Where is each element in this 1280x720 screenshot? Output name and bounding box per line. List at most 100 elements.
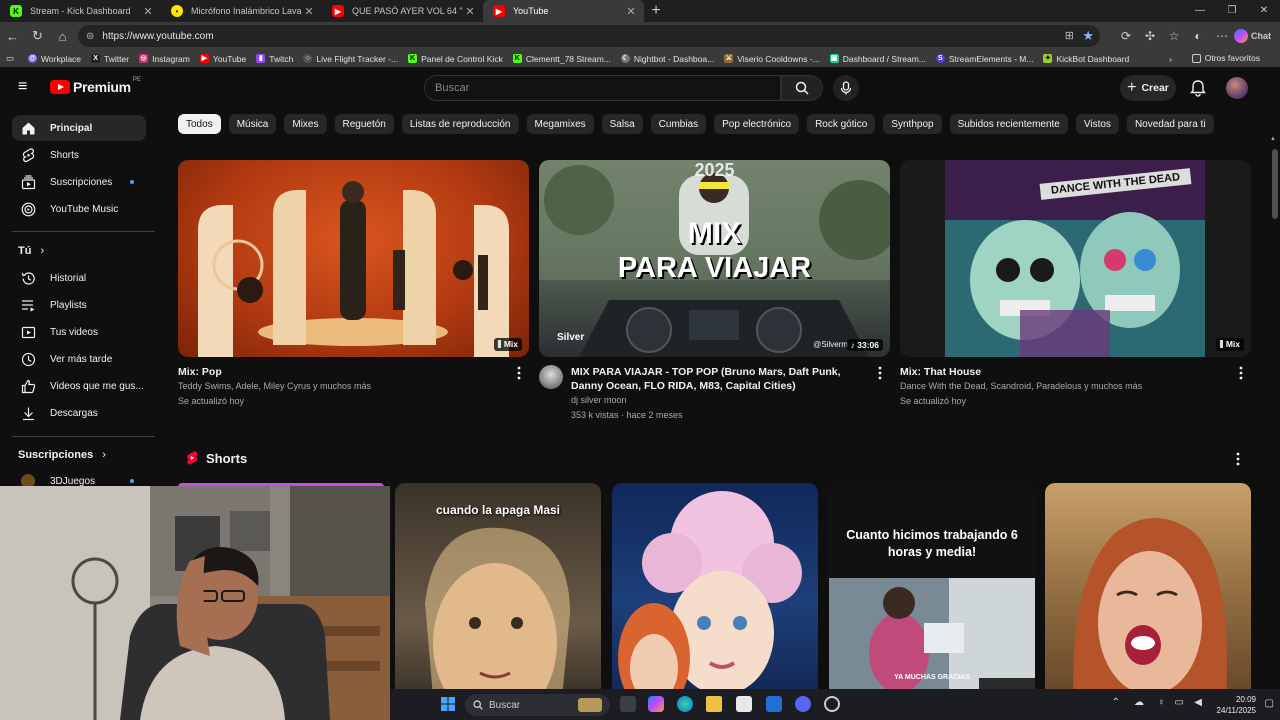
bookmark-kick-panel[interactable]: K Panel de Control Kick xyxy=(408,54,503,64)
more-options-icon[interactable] xyxy=(874,365,886,381)
obs-icon[interactable] xyxy=(824,696,840,712)
address-bar[interactable]: ⊜ https://www.youtube.com ⊞ ★ xyxy=(78,25,1100,47)
chip-mixes[interactable]: Mixes xyxy=(284,114,327,134)
channel-name[interactable]: dj silver moon xyxy=(571,393,872,408)
search-input[interactable]: Buscar xyxy=(424,75,781,101)
copilot-icon[interactable] xyxy=(648,696,664,712)
browser-tab-que-paso[interactable]: ▶ QUE PASÓ AYER VOL 64 "MIX SA ✕ xyxy=(322,0,483,22)
sidebar-item-principal[interactable]: Principal xyxy=(12,115,146,141)
chip-regueton[interactable]: Reguetón xyxy=(334,114,394,134)
site-info-icon[interactable]: ⊜ xyxy=(86,31,94,42)
tray-overflow-icon[interactable]: ⌃ xyxy=(1112,697,1120,708)
sidebar-subscriptions-heading[interactable]: Suscripciones › xyxy=(18,449,106,461)
video-title[interactable]: Mix: That House xyxy=(900,365,1251,379)
more-menu-icon[interactable]: ⋯ xyxy=(1210,29,1234,43)
chip-todos[interactable]: Todos xyxy=(178,114,221,134)
more-options-icon[interactable] xyxy=(513,365,525,381)
bookmark-instagram[interactable]: ◎ Instagram xyxy=(139,54,190,64)
account-avatar[interactable] xyxy=(1226,77,1248,99)
short-card-5[interactable] xyxy=(1045,483,1251,720)
bookmark-twitter[interactable]: X Twitter xyxy=(91,54,129,64)
edge-icon[interactable] xyxy=(677,696,693,712)
bookmark-dashboard-stream[interactable]: ▣ Dashboard / Stream... xyxy=(829,54,926,64)
close-tab-icon[interactable]: ✕ xyxy=(141,5,155,18)
more-options-icon[interactable] xyxy=(1235,365,1247,381)
sidebar-item-suscripciones[interactable]: Suscripciones xyxy=(12,169,146,195)
microsoft-store-icon[interactable] xyxy=(736,696,752,712)
sidebar-item-playlists[interactable]: Playlists xyxy=(12,292,146,318)
menu-icon[interactable]: ≡ xyxy=(18,79,34,95)
youtube-premium-logo[interactable]: Premium PE xyxy=(50,77,141,95)
video-card-mix-para-viajar[interactable]: 2025 MIX PARA VIAJAR Silver @Silverm ♪ 3… xyxy=(539,160,890,423)
browser-tab-microphone[interactable]: • Micrófono Inalámbrico Lavalier H ✕ xyxy=(161,0,322,22)
search-button[interactable] xyxy=(781,75,823,101)
chip-cumbias[interactable]: Cumbias xyxy=(650,114,707,134)
sidebar-item-ver-mas-tarde[interactable]: Ver más tarde xyxy=(12,346,146,372)
chip-pop-electronico[interactable]: Pop electrónico xyxy=(714,114,800,134)
network-icon[interactable]: ▭ xyxy=(1175,697,1184,708)
copilot-chat-button[interactable]: Chat xyxy=(1234,29,1280,43)
bookmark-clementt[interactable]: K Clementt_78 Stream... xyxy=(512,54,611,64)
video-title[interactable]: Mix: Pop xyxy=(178,365,529,379)
close-tab-icon[interactable]: ✕ xyxy=(302,5,316,18)
close-tab-icon[interactable]: ✕ xyxy=(463,5,477,18)
back-icon[interactable]: ← xyxy=(0,29,25,44)
video-title[interactable]: MIX PARA VIAJAR - TOP POP (Bruno Mars, D… xyxy=(571,365,872,393)
reload-icon[interactable]: ↻ xyxy=(25,28,50,44)
voice-search-button[interactable] xyxy=(833,75,859,101)
mail-icon[interactable] xyxy=(766,696,782,712)
chip-musica[interactable]: Música xyxy=(228,114,277,134)
favorites-icon[interactable]: ☆ xyxy=(1162,29,1186,43)
close-window-icon[interactable]: ✕ xyxy=(1248,0,1280,22)
sidebar-item-shorts[interactable]: Shorts xyxy=(12,142,146,168)
notifications-icon[interactable]: ▢ xyxy=(1265,698,1274,709)
sidebar-you-heading[interactable]: Tú › xyxy=(18,245,44,257)
profile-icon[interactable]: ◐ xyxy=(1186,29,1210,43)
bookmark-flight-tracker[interactable]: ○ Live Flight Tracker -... xyxy=(303,54,398,64)
bookmark-kickbot[interactable]: ✦ KickBot Dashboard xyxy=(1043,54,1129,64)
taskbar-search[interactable]: Buscar xyxy=(465,694,610,716)
home-icon[interactable]: ⌂ xyxy=(50,29,75,44)
bookmark-viserio[interactable]: ⚔ Viserio Cooldowns -... xyxy=(724,54,820,64)
shorts-more-options-icon[interactable] xyxy=(1232,451,1244,467)
bookmarks-menu-icon[interactable]: ▭ xyxy=(6,53,14,64)
browser-tab-youtube[interactable]: ▶ YouTube ✕ xyxy=(483,0,644,22)
create-button[interactable]: + Crear xyxy=(1120,75,1176,101)
page-scrollbar[interactable] xyxy=(1272,149,1278,219)
video-card-mix-that-house[interactable]: DANCE WITH THE DEAD ⫼ Mix Mix: That Hous… xyxy=(900,160,1251,409)
chip-listas[interactable]: Listas de reproducción xyxy=(401,114,519,134)
bookmark-youtube[interactable]: ▶ YouTube xyxy=(199,54,246,64)
browser-tab-kick[interactable]: K Stream - Kick Dashboard ✕ xyxy=(0,0,161,22)
chip-vistos[interactable]: Vistos xyxy=(1075,114,1119,134)
video-thumbnail[interactable]: DANCE WITH THE DEAD ⫼ Mix xyxy=(900,160,1251,357)
short-card-3[interactable] xyxy=(612,483,818,720)
scroll-up-arrow-icon[interactable]: ▲ xyxy=(1270,136,1278,144)
short-card-2[interactable]: cuando la apaga Masi xyxy=(395,483,601,720)
extensions-icon[interactable]: ⟳ xyxy=(1114,29,1138,43)
notifications-bell-icon[interactable] xyxy=(1188,78,1208,98)
bookmark-nightbot[interactable]: ☾ Nightbot - Dashboa... xyxy=(620,54,714,64)
chip-rock-gotico[interactable]: Rock gótico xyxy=(807,114,876,134)
sidebar-item-historial[interactable]: Historial xyxy=(12,265,146,291)
app-available-icon[interactable]: ⊞ xyxy=(1065,29,1074,42)
video-thumbnail[interactable]: ⫼ Mix xyxy=(178,160,529,357)
bookmark-streamelements[interactable]: S StreamElements - M... xyxy=(935,54,1033,64)
onedrive-icon[interactable]: ☁ xyxy=(1134,697,1144,708)
minimize-icon[interactable]: — xyxy=(1184,0,1216,22)
discord-icon[interactable] xyxy=(795,696,811,712)
sidebar-item-tus-videos[interactable]: Tus videos xyxy=(12,319,146,345)
task-view-icon[interactable] xyxy=(620,696,636,712)
sidebar-item-youtube-music[interactable]: YouTube Music xyxy=(12,196,146,222)
chip-synthpop[interactable]: Synthpop xyxy=(883,114,942,134)
channel-avatar[interactable] xyxy=(539,365,563,389)
video-thumbnail[interactable]: 2025 MIX PARA VIAJAR Silver @Silverm ♪ 3… xyxy=(539,160,890,357)
favorite-star-icon[interactable]: ★ xyxy=(1082,28,1094,44)
file-explorer-icon[interactable] xyxy=(706,696,722,712)
chip-salsa[interactable]: Salsa xyxy=(601,114,643,134)
sidebar-item-descargas[interactable]: Descargas xyxy=(12,400,146,426)
chip-novedad[interactable]: Novedad para ti xyxy=(1126,114,1214,134)
sidebar-item-liked-videos[interactable]: Videos que me gus... xyxy=(12,373,146,399)
close-tab-icon[interactable]: ✕ xyxy=(624,5,638,18)
bookmark-workplace[interactable]: @ Workplace xyxy=(28,54,81,64)
chip-subidos-recientemente[interactable]: Subidos recientemente xyxy=(949,114,1068,134)
